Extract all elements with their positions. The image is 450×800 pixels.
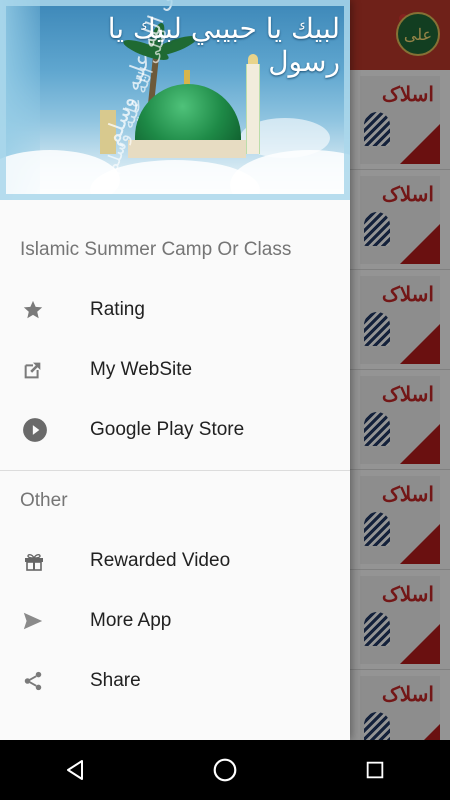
- drawer-app-title: Islamic Summer Camp Or Class: [20, 239, 292, 260]
- menu-item-rating[interactable]: Rating: [0, 280, 350, 340]
- menu-item-share[interactable]: Share: [0, 651, 350, 711]
- menu-label: Share: [90, 670, 141, 691]
- home-icon[interactable]: [195, 740, 255, 800]
- menu-item-my-website[interactable]: My WebSite: [0, 340, 350, 400]
- star-icon: [0, 299, 90, 321]
- menu-label: Google Play Store: [90, 419, 245, 440]
- gift-icon: [0, 549, 90, 573]
- menu-label: Rating: [90, 299, 145, 320]
- back-icon[interactable]: [45, 740, 105, 800]
- play-circle-icon: [0, 417, 90, 443]
- menu-item-google-play-store[interactable]: Google Play Store: [0, 400, 350, 460]
- menu-item-more-app[interactable]: More App: [0, 591, 350, 651]
- section-header-other: Other: [20, 490, 68, 511]
- navigation-drawer: لبيك يا حبيبي لبيك يا رسول صلى الله عليه…: [0, 0, 350, 740]
- external-link-icon: [0, 359, 90, 381]
- menu-label: My WebSite: [90, 359, 193, 380]
- system-navigation-bar: [0, 740, 450, 800]
- menu-label: More App: [90, 610, 172, 631]
- header-border: [0, 0, 350, 200]
- share-icon: [0, 670, 90, 692]
- drawer-header-image: لبيك يا حبيبي لبيك يا رسول صلى الله عليه…: [0, 0, 350, 200]
- send-icon: [0, 610, 90, 632]
- menu-item-rewarded-video[interactable]: Rewarded Video: [0, 531, 350, 591]
- menu-label: Rewarded Video: [90, 550, 231, 571]
- recents-icon[interactable]: [345, 740, 405, 800]
